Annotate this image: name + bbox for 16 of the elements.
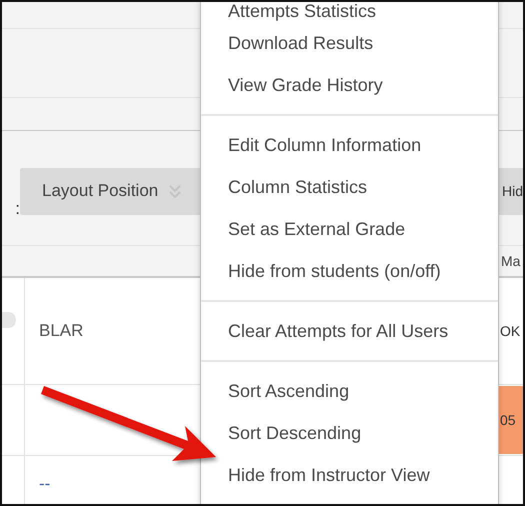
menu-item[interactable]: Hide from Instructor View: [201, 454, 498, 496]
column-subheader: Ma: [501, 253, 520, 269]
menu-item[interactable]: Attempts Statistics: [201, 2, 498, 22]
menu-item[interactable]: Edit Column Information: [201, 124, 498, 166]
menu-item[interactable]: Clear Attempts for All Users: [201, 310, 498, 352]
menu-item[interactable]: Sort Descending: [201, 412, 498, 454]
menu-item[interactable]: View Grade History: [201, 64, 498, 106]
table-cell: --: [39, 474, 50, 494]
sort-label: :: [15, 199, 20, 219]
menu-item[interactable]: Sort Ascending: [201, 370, 498, 412]
table-cell: BLAR: [39, 321, 84, 341]
column-header[interactable]: Hid: [498, 168, 523, 214]
menu-item[interactable]: Hide from students (on/off): [201, 250, 498, 292]
menu-item[interactable]: Download Results: [201, 22, 498, 64]
highlighted-cell: 05: [499, 386, 523, 454]
table-cell: OK: [500, 323, 520, 339]
